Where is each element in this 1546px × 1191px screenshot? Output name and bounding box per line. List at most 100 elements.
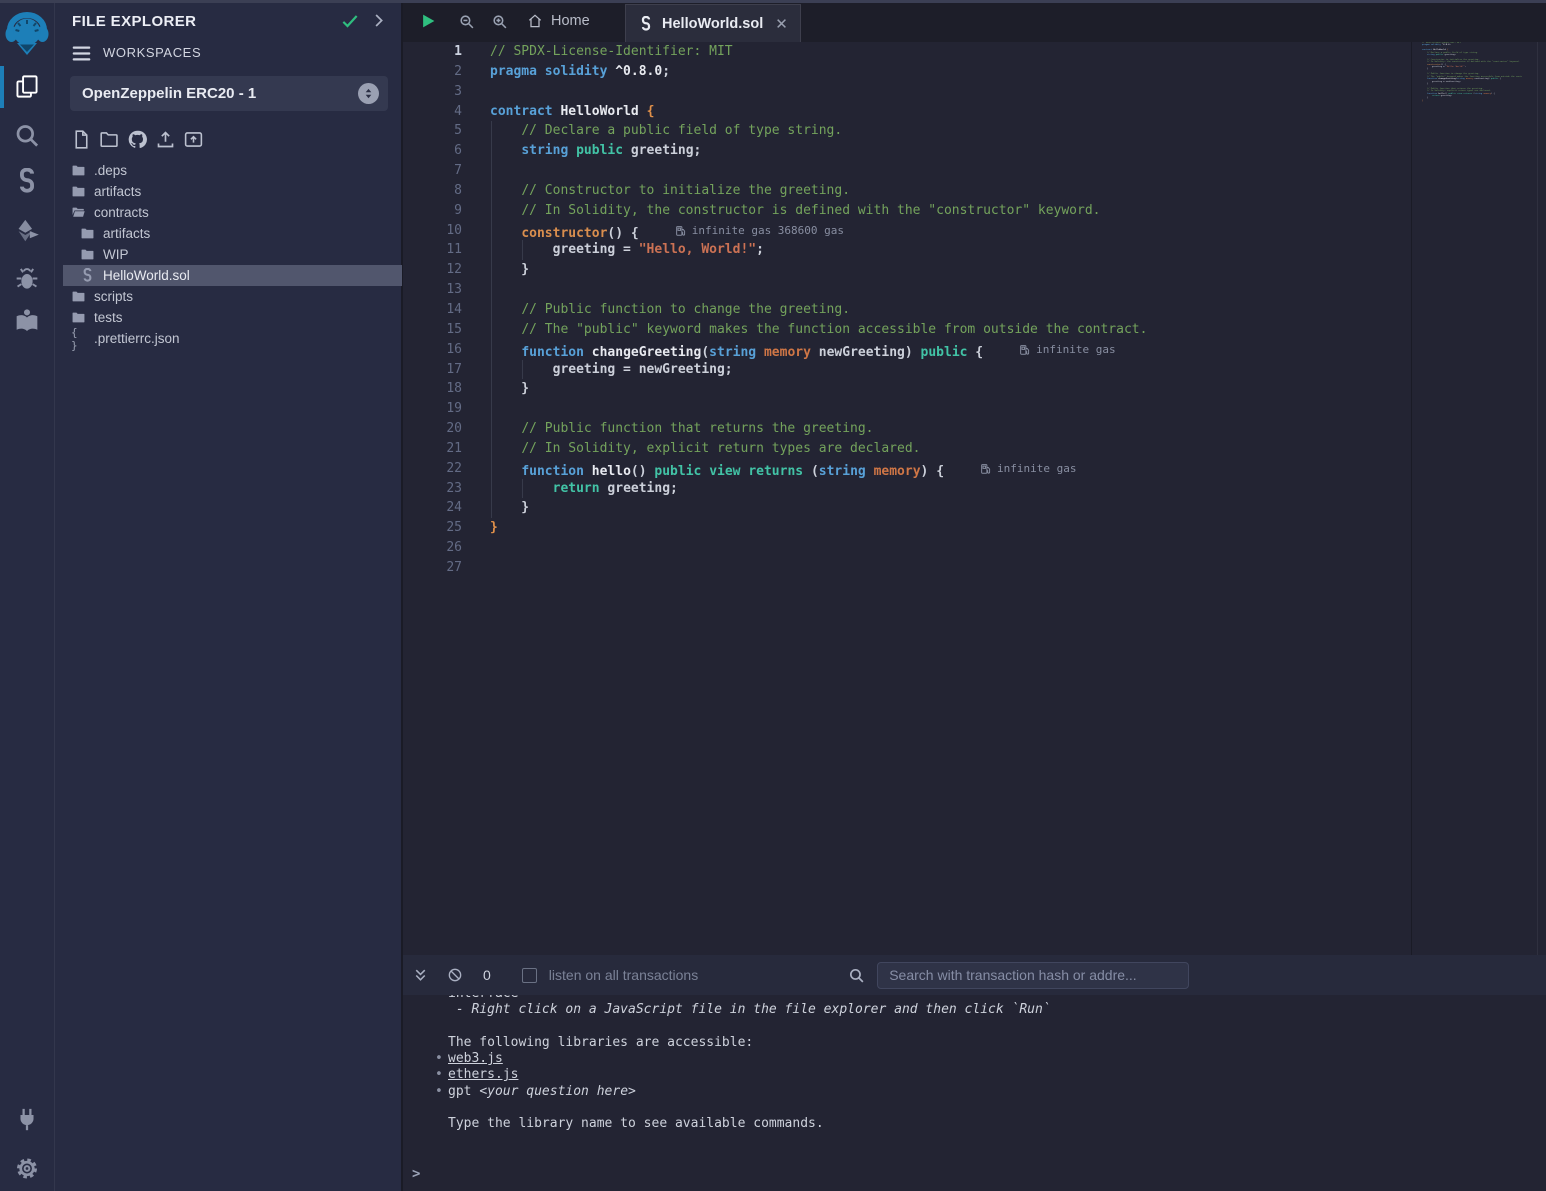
terminal-line-5: •web3.js bbox=[448, 1051, 1546, 1067]
search-icon[interactable] bbox=[14, 122, 41, 149]
solidity-icon bbox=[638, 16, 654, 32]
indent-guide bbox=[491, 201, 492, 221]
code-line-22: 22 function hello() public view returns … bbox=[403, 459, 1546, 479]
listen-transactions-checkbox[interactable] bbox=[522, 968, 537, 983]
code-line-10: 10 constructor() {infinite gas 368600 ga… bbox=[403, 221, 1546, 241]
line-number: 23 bbox=[403, 479, 462, 499]
terminal-search-input[interactable] bbox=[877, 962, 1189, 989]
chevron-right-icon[interactable] bbox=[369, 11, 388, 30]
code-text: pragma solidity ^0.8.0; bbox=[490, 62, 670, 82]
tree-item-tests[interactable]: tests bbox=[55, 307, 403, 328]
editor-scrollbar[interactable] bbox=[1537, 42, 1546, 955]
terminal-header: 0 listen on all transactions bbox=[403, 955, 1546, 995]
upload-file-icon[interactable] bbox=[155, 129, 176, 150]
terminal-clear-icon[interactable] bbox=[447, 967, 463, 983]
new-folder-icon[interactable] bbox=[99, 129, 120, 150]
plugin-manager-icon[interactable] bbox=[14, 1106, 41, 1133]
tree-item-contracts[interactable]: contracts bbox=[55, 202, 403, 223]
line-number: 12 bbox=[403, 260, 462, 280]
terminal-line-4: The following libraries are accessible: bbox=[448, 1035, 1546, 1051]
tree-item-scripts[interactable]: scripts bbox=[55, 286, 403, 307]
folder-icon bbox=[71, 310, 86, 325]
tab-label: Home bbox=[551, 13, 590, 29]
tree-item-artifacts[interactable]: artifacts bbox=[55, 223, 403, 244]
tree-item-label: contracts bbox=[94, 205, 149, 220]
home-icon bbox=[527, 13, 543, 29]
folder-icon bbox=[71, 163, 86, 178]
line-number: 11 bbox=[403, 240, 462, 260]
indent-guide bbox=[522, 360, 523, 380]
code-line-12: 12 } bbox=[403, 260, 1546, 280]
minimap[interactable]: // SPDX-License-Identifier: MITpragma so… bbox=[1422, 42, 1522, 107]
tree-item-WIP[interactable]: WIP bbox=[55, 244, 403, 265]
line-number: 17 bbox=[403, 360, 462, 380]
active-plugin-indicator bbox=[0, 66, 4, 108]
line-number: 16 bbox=[403, 340, 462, 360]
terminal-prompt[interactable]: > bbox=[412, 1166, 420, 1182]
solidity-compiler-icon[interactable] bbox=[14, 168, 41, 195]
indent-guide bbox=[491, 320, 492, 340]
run-script-button[interactable] bbox=[419, 12, 437, 30]
activity-bar bbox=[0, 0, 55, 1191]
line-number: 1 bbox=[403, 42, 462, 62]
file-explorer-icon[interactable] bbox=[14, 73, 41, 100]
tab-close-icon[interactable]: ✕ bbox=[775, 15, 788, 33]
code-text: greeting = "Hello, World!"; bbox=[490, 240, 764, 260]
line-number: 18 bbox=[403, 379, 462, 399]
code-line-18: 18 } bbox=[403, 379, 1546, 399]
indent-guide bbox=[491, 379, 492, 399]
upload-folder-icon[interactable] bbox=[183, 129, 204, 150]
tab-helloworld-sol[interactable]: HelloWorld.sol✕ bbox=[625, 4, 801, 42]
hamburger-menu-icon[interactable] bbox=[71, 43, 92, 61]
tree-item-HelloWorld.sol[interactable]: HelloWorld.sol bbox=[63, 265, 402, 286]
code-text: // Public function to change the greetin… bbox=[490, 300, 850, 320]
line-number: 21 bbox=[403, 439, 462, 459]
terminal-line-2: - Right click on a JavaScript file in th… bbox=[448, 1002, 1546, 1018]
code-line-15: 15 // The "public" keyword makes the fun… bbox=[403, 320, 1546, 340]
indent-guide bbox=[491, 360, 492, 380]
zoom-out-button[interactable] bbox=[458, 13, 475, 30]
line-number: 13 bbox=[403, 280, 462, 300]
tab-home[interactable]: Home bbox=[515, 0, 602, 42]
code-line-11: 11 greeting = "Hello, World!"; bbox=[403, 240, 1546, 260]
gas-estimate-hint: infinite gas bbox=[980, 459, 1076, 479]
tree-item-artifacts[interactable]: artifacts bbox=[55, 181, 403, 202]
remix-logo-icon[interactable] bbox=[5, 8, 49, 56]
code-editor[interactable]: 1// SPDX-License-Identifier: MIT2pragma … bbox=[403, 42, 1546, 955]
indent-guide bbox=[491, 439, 492, 459]
workspace-select[interactable]: OpenZeppelin ERC20 - 1 bbox=[70, 76, 388, 111]
indent-guide bbox=[491, 300, 492, 320]
deploy-and-run-icon[interactable] bbox=[14, 217, 41, 244]
check-icon[interactable] bbox=[340, 11, 360, 31]
terminal-collapse-icon[interactable] bbox=[412, 967, 429, 984]
code-line-20: 20 // Public function that returns the g… bbox=[403, 419, 1546, 439]
code-text: constructor() {infinite gas 368600 gas bbox=[490, 221, 844, 241]
tree-item-label: artifacts bbox=[94, 184, 141, 199]
line-number: 14 bbox=[403, 300, 462, 320]
terminal-link[interactable]: web3.js bbox=[448, 1051, 503, 1066]
github-icon[interactable] bbox=[127, 129, 148, 150]
indent-guide bbox=[491, 240, 492, 260]
code-line-5: 5 // Declare a public field of type stri… bbox=[403, 121, 1546, 141]
file-explorer-panel: FILE EXPLORER WORKSPACES OpenZeppelin ER… bbox=[55, 0, 403, 1191]
line-number: 20 bbox=[403, 419, 462, 439]
bullet: • bbox=[435, 1084, 443, 1100]
indent-guide bbox=[491, 121, 492, 141]
line-number: 15 bbox=[403, 320, 462, 340]
tree-item-.prettierrc.json[interactable]: { }.prettierrc.json bbox=[55, 328, 403, 349]
code-text: // Declare a public field of type string… bbox=[490, 121, 842, 141]
zoom-in-button[interactable] bbox=[491, 13, 508, 30]
bullet: • bbox=[435, 1051, 443, 1067]
workspace-switch-button[interactable] bbox=[358, 83, 379, 104]
folder-icon bbox=[80, 226, 95, 241]
settings-icon[interactable] bbox=[14, 1155, 41, 1182]
tree-item-label: WIP bbox=[103, 247, 129, 262]
new-file-icon[interactable] bbox=[71, 129, 92, 150]
folder-open-icon bbox=[71, 205, 86, 220]
terminal-link[interactable]: ethers.js bbox=[448, 1067, 518, 1082]
terminal-line-8 bbox=[448, 1100, 1546, 1116]
learneth-icon[interactable] bbox=[14, 307, 41, 334]
debugger-icon[interactable] bbox=[14, 265, 41, 292]
code-text: } bbox=[490, 518, 498, 538]
tree-item-.deps[interactable]: .deps bbox=[55, 160, 403, 181]
